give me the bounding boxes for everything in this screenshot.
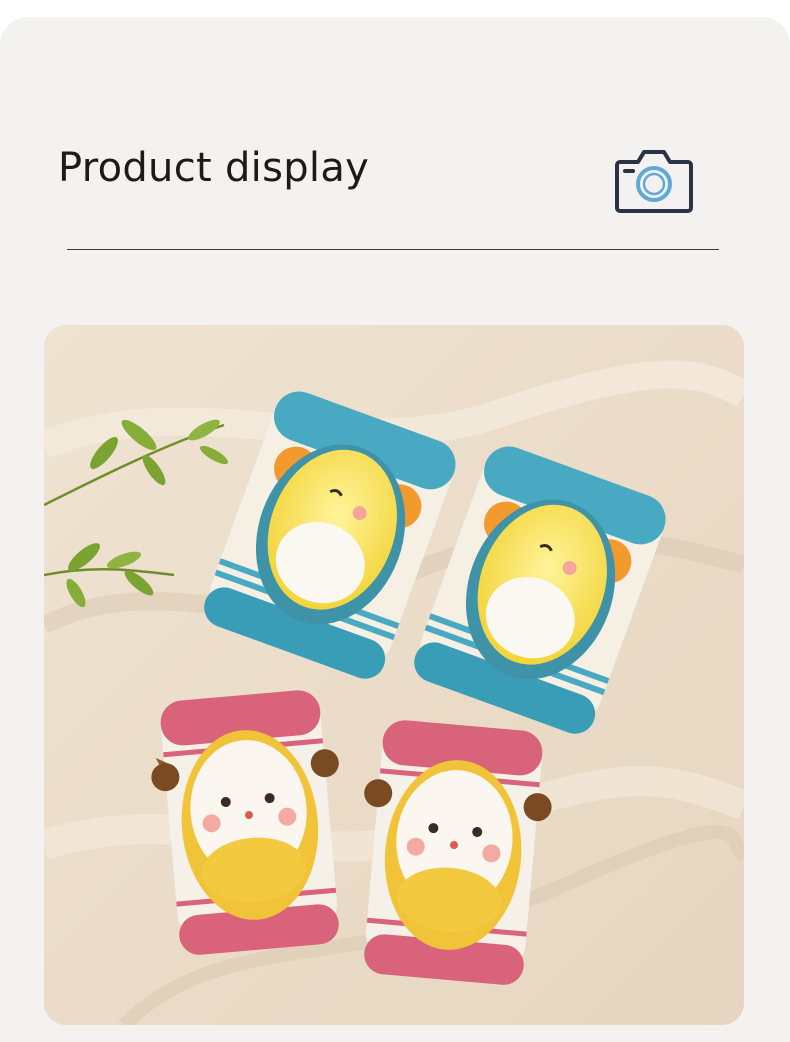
camera-icon bbox=[614, 146, 694, 214]
section-title: Product display bbox=[58, 145, 370, 191]
product-photo bbox=[44, 325, 744, 1025]
header-divider bbox=[67, 249, 719, 250]
